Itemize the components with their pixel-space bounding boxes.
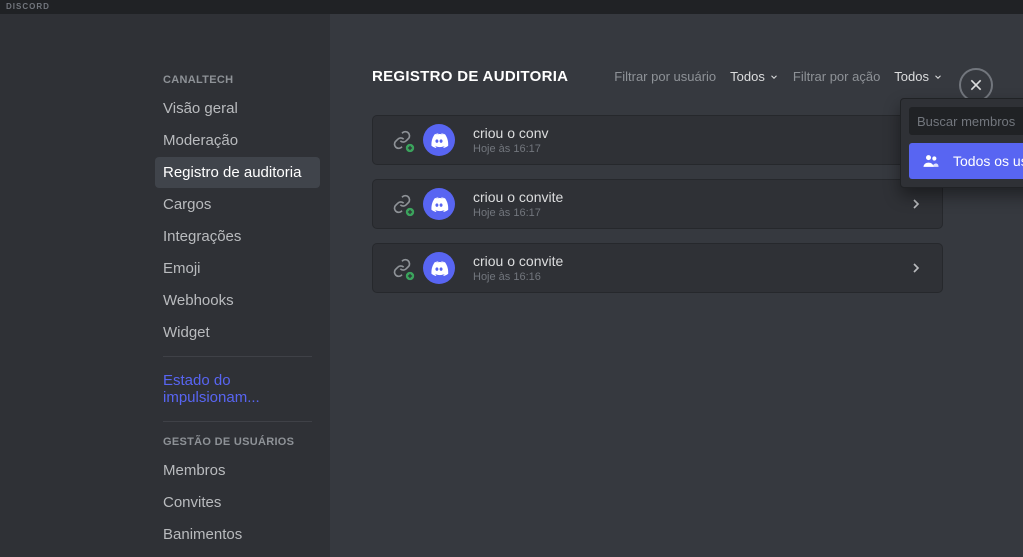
member-search-field[interactable]	[909, 107, 1023, 135]
discord-logo-icon	[429, 130, 449, 150]
invite-create-icon	[391, 257, 413, 279]
page-title: REGISTRO DE AUDITORIA	[372, 68, 568, 85]
audit-log-list: criou o conv Hoje às 16:17 criou o convi…	[372, 115, 943, 293]
sidebar-item-roles[interactable]: Cargos	[155, 189, 320, 220]
log-action-text: criou o convite	[473, 253, 563, 269]
expand-icon[interactable]	[908, 260, 924, 276]
sidebar-item-moderation[interactable]: Moderação	[155, 125, 320, 156]
sidebar-item-overview[interactable]: Visão geral	[155, 93, 320, 124]
filter-user-popover: Todos os usuários	[900, 98, 1023, 188]
titlebar: DISCORD	[0, 0, 1023, 14]
filter-user-label: Filtrar por usuário	[614, 69, 716, 84]
sidebar-item-integrations[interactable]: Integrações	[155, 221, 320, 252]
filter-user-dropdown[interactable]: Todos	[730, 69, 779, 84]
user-avatar	[423, 252, 455, 284]
audit-log-entry[interactable]: criou o convite Hoje às 16:16	[372, 243, 943, 293]
sidebar-section-server: CANALTECH	[155, 68, 320, 92]
chevron-right-icon	[908, 196, 924, 212]
discord-logo-icon	[429, 258, 449, 278]
member-search-input[interactable]	[917, 114, 1023, 129]
log-timestamp: Hoje às 16:17	[473, 143, 548, 155]
content-region: REGISTRO DE AUDITORIA Filtrar por usuári…	[330, 14, 1023, 557]
audit-log-entry[interactable]: criou o convite Hoje às 16:17	[372, 179, 943, 229]
filter-user-value: Todos	[730, 69, 765, 84]
log-action-text: criou o conv	[473, 125, 548, 141]
sidebar-item-emoji[interactable]: Emoji	[155, 253, 320, 284]
sidebar-item-webhooks[interactable]: Webhooks	[155, 285, 320, 316]
dropdown-option-label: Todos os usuários	[953, 153, 1023, 169]
chevron-right-icon	[908, 260, 924, 276]
sidebar-section-user-management: GESTÃO DE USUÁRIOS	[155, 430, 320, 454]
discord-logo-icon	[429, 194, 449, 214]
filter-action-value: Todos	[894, 69, 929, 84]
dropdown-option-all-users[interactable]: Todos os usuários	[909, 143, 1023, 179]
expand-icon[interactable]	[908, 196, 924, 212]
user-avatar	[423, 124, 455, 156]
sidebar-item-bans[interactable]: Banimentos	[155, 519, 320, 550]
invite-create-icon	[391, 193, 413, 215]
close-icon	[968, 77, 984, 93]
filter-action-dropdown[interactable]: Todos	[894, 69, 943, 84]
close-settings-button[interactable]	[959, 68, 993, 102]
sidebar-item-audit-log[interactable]: Registro de auditoria	[155, 157, 320, 188]
log-timestamp: Hoje às 16:17	[473, 207, 563, 219]
settings-sidebar: CANALTECH Visão geral Moderação Registro…	[0, 14, 330, 557]
log-timestamp: Hoje às 16:16	[473, 271, 563, 283]
sidebar-item-members[interactable]: Membros	[155, 455, 320, 486]
sidebar-item-invites[interactable]: Convites	[155, 487, 320, 518]
chevron-down-icon	[769, 72, 779, 82]
divider	[163, 356, 312, 357]
invite-create-icon	[391, 129, 413, 151]
users-icon	[921, 151, 941, 171]
sidebar-item-widget[interactable]: Widget	[155, 317, 320, 348]
log-action-text: criou o convite	[473, 189, 563, 205]
audit-log-entry[interactable]: criou o conv Hoje às 16:17	[372, 115, 943, 165]
user-avatar	[423, 188, 455, 220]
sidebar-item-boost-status[interactable]: Estado do impulsionam...	[155, 365, 320, 413]
chevron-down-icon	[933, 72, 943, 82]
filter-action-label: Filtrar por ação	[793, 69, 880, 84]
divider	[163, 421, 312, 422]
